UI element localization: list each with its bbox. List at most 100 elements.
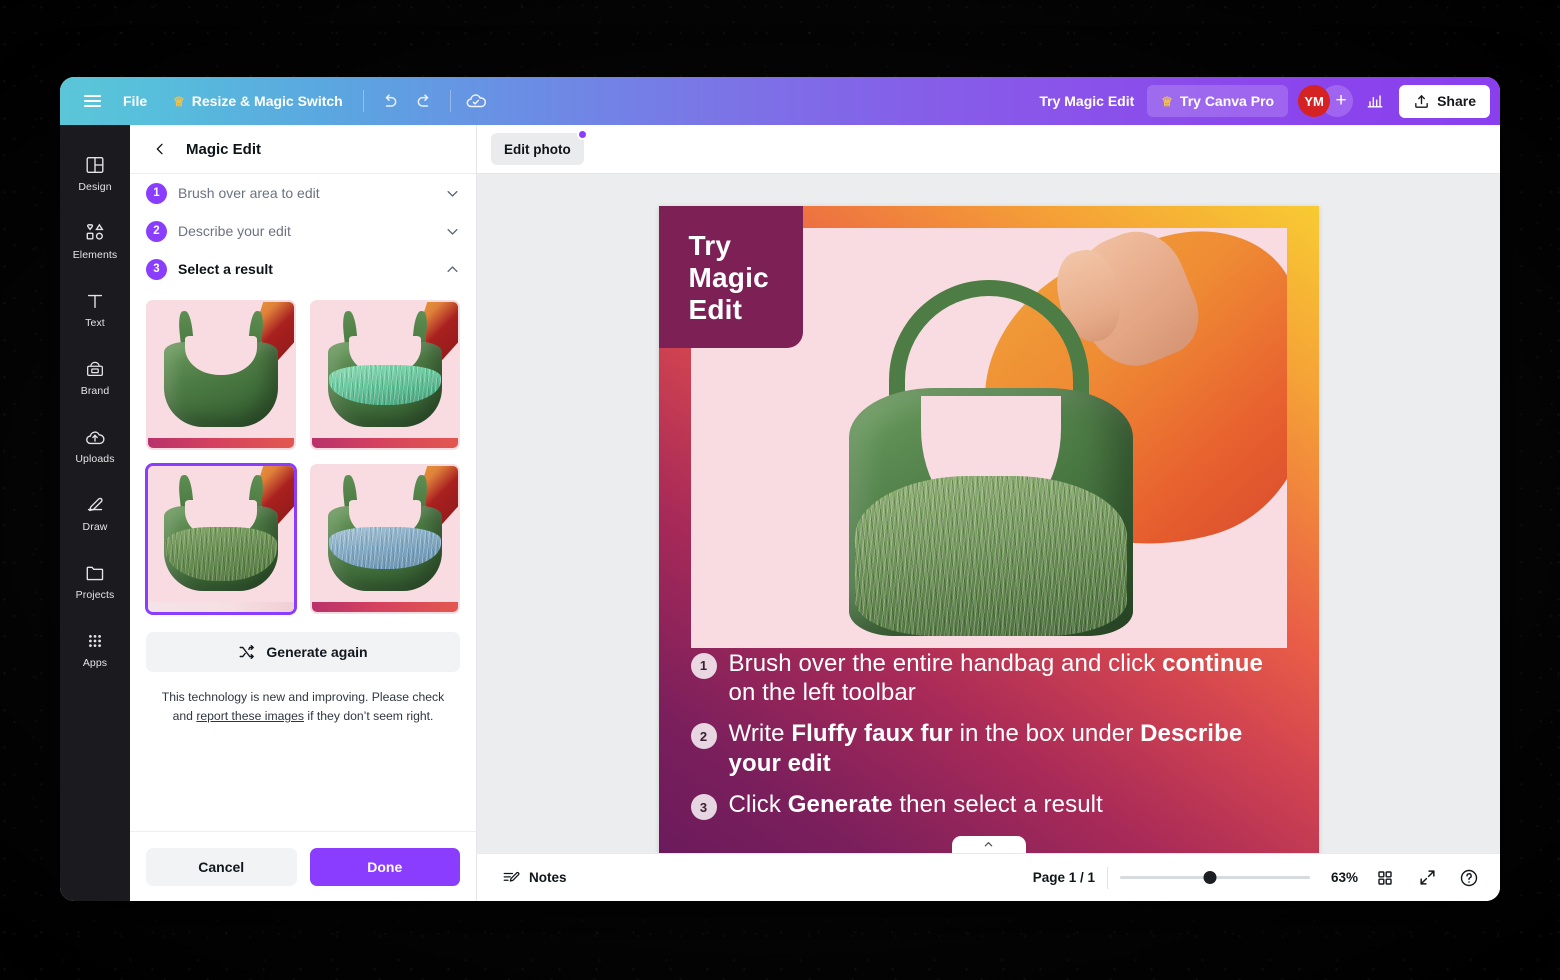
notes-label: Notes — [529, 870, 567, 885]
bar-chart-icon[interactable] — [1357, 84, 1393, 118]
instruction-text: Click Generate then select a result — [728, 791, 1103, 818]
try-magic-edit-label: Try Magic Edit — [1039, 93, 1135, 109]
sidebar-item-uploads[interactable]: Uploads — [60, 411, 130, 479]
undo-icon[interactable] — [371, 84, 407, 118]
panel-footer: Cancel Done — [130, 831, 476, 901]
left-rail: Design Elements Text Brand Uploads Draw … — [60, 125, 130, 901]
text-t-icon — [87, 294, 103, 308]
notification-dot-icon — [576, 129, 588, 140]
instruction-number: 2 — [690, 723, 717, 750]
green-handbag — [841, 280, 1141, 640]
instruction-list: 1 Brush over the entire handbag and clic… — [690, 649, 1291, 832]
result-image — [148, 302, 294, 448]
sidebar-item-label: Uploads — [75, 452, 115, 465]
instruction-number: 3 — [690, 794, 717, 820]
magic-edit-panel: Magic Edit 1 Brush over area to edit 2 D… — [130, 125, 477, 901]
zoom-slider[interactable] — [1120, 868, 1310, 888]
try-canva-pro-button[interactable]: ♕ Try Canva Pro — [1147, 85, 1289, 117]
design-layout-icon — [86, 156, 104, 173]
sidebar-item-label: Design — [78, 180, 112, 193]
sidebar-item-label: Draw — [82, 520, 108, 533]
edit-photo-tab[interactable]: Edit photo — [491, 129, 588, 165]
sidebar-item-text[interactable]: Text — [60, 275, 130, 343]
chevron-left-icon — [156, 143, 163, 155]
share-button[interactable]: Share — [1399, 84, 1490, 118]
done-label: Done — [367, 858, 403, 875]
help-button[interactable] — [1454, 863, 1484, 893]
result-thumbnail-4[interactable] — [310, 464, 460, 614]
step-describe-your-edit[interactable]: 2 Describe your edit — [146, 212, 460, 250]
done-button[interactable]: Done — [309, 847, 460, 886]
step-badge: 3 — [146, 258, 167, 280]
zoom-level-label: 63% — [1330, 870, 1358, 885]
result-thumbnails — [146, 300, 460, 614]
back-button[interactable] — [146, 135, 174, 163]
step-brush-over-area[interactable]: 1 Brush over area to edit — [146, 174, 460, 212]
file-menu-button[interactable]: File — [110, 85, 160, 117]
page-indicator: Page 1 / 1 — [1032, 870, 1095, 885]
result-thumbnail-1[interactable] — [146, 300, 296, 450]
app-body: Design Elements Text Brand Uploads Draw … — [60, 125, 1500, 901]
status-divider — [1107, 866, 1108, 889]
chevron-down-icon — [447, 190, 458, 197]
edit-photo-label: Edit photo — [504, 141, 571, 157]
zoom-slider-knob[interactable] — [1203, 871, 1217, 884]
share-upload-icon — [1415, 94, 1428, 108]
cancel-button[interactable]: Cancel — [146, 847, 297, 886]
folder-icon — [86, 566, 104, 580]
resize-magic-switch-label: Resize & Magic Switch — [191, 93, 343, 109]
file-menu-label: File — [123, 93, 148, 109]
design-title[interactable]: Try Magic Edit — [658, 206, 803, 348]
result-thumbnail-2[interactable] — [310, 300, 460, 450]
result-image — [312, 302, 458, 448]
avatar-initials: YM — [1304, 93, 1324, 109]
instruction-text: Write Fluffy faux fur in the box under D… — [728, 720, 1243, 777]
sidebar-item-draw[interactable]: Draw — [60, 479, 130, 547]
canva-app-window: File ♕ Resize & Magic Switch Try Magic E… — [60, 77, 1500, 901]
shuffle-icon — [239, 644, 255, 660]
report-images-link[interactable]: report these images — [196, 709, 304, 723]
generate-again-button[interactable]: Generate again — [146, 632, 460, 672]
sidebar-item-label: Text — [85, 316, 105, 329]
step-select-a-result[interactable]: 3 Select a result — [146, 250, 460, 288]
collapse-panel-handle[interactable] — [951, 836, 1026, 853]
sidebar-item-label: Elements — [72, 248, 118, 261]
sidebar-item-label: Apps — [82, 656, 108, 669]
brand-kit-icon — [87, 361, 103, 376]
top-toolbar-left: File ♕ Resize & Magic Switch — [74, 84, 494, 118]
cancel-label: Cancel — [198, 858, 245, 875]
result-thumbnail-3[interactable] — [146, 464, 296, 614]
avatar[interactable]: YM — [1298, 85, 1331, 117]
step-label: Brush over area to edit — [178, 185, 320, 201]
grid-view-button[interactable] — [1370, 863, 1400, 893]
step-label: Describe your edit — [178, 223, 291, 239]
sidebar-item-brand[interactable]: Brand — [60, 343, 130, 411]
step-label: Select a result — [178, 261, 273, 277]
fullscreen-button[interactable] — [1412, 863, 1442, 893]
sidebar-item-design[interactable]: Design — [60, 139, 130, 207]
status-bar: Notes Page 1 / 1 63% — [477, 853, 1500, 901]
generate-again-label: Generate again — [266, 644, 368, 660]
editor-toolbar: Edit photo — [477, 125, 1500, 174]
toolbar-divider — [362, 90, 364, 112]
toolbar-divider-2 — [449, 90, 451, 112]
redo-icon[interactable] — [407, 84, 443, 118]
sidebar-item-label: Brand — [80, 384, 110, 397]
collaborators: YM + — [1298, 85, 1354, 117]
cloud-saved-icon[interactable] — [458, 84, 494, 118]
step-badge: 2 — [146, 220, 167, 242]
expand-icon — [1419, 870, 1435, 885]
design-page[interactable]: Try Magic Edit 1 Brush over the entire han… — [658, 206, 1319, 853]
top-toolbar-right: Try Magic Edit ♕ Try Canva Pro YM + Shar… — [1026, 84, 1490, 118]
instruction-text: Brush over the entire handbag and click … — [728, 649, 1263, 707]
sidebar-item-apps[interactable]: Apps — [60, 615, 130, 683]
resize-magic-switch-button[interactable]: ♕ Resize & Magic Switch — [160, 85, 356, 117]
sidebar-item-elements[interactable]: Elements — [60, 207, 130, 275]
instruction-item-2: 2 Write Fluffy faux fur in the box under… — [690, 719, 1291, 778]
chevron-up-icon — [447, 265, 458, 272]
hamburger-menu-icon[interactable] — [74, 84, 110, 118]
sidebar-item-projects[interactable]: Projects — [60, 547, 130, 615]
elements-shapes-icon — [86, 223, 104, 240]
try-magic-edit-button[interactable]: Try Magic Edit — [1026, 85, 1147, 117]
notes-button[interactable]: Notes — [493, 862, 576, 894]
